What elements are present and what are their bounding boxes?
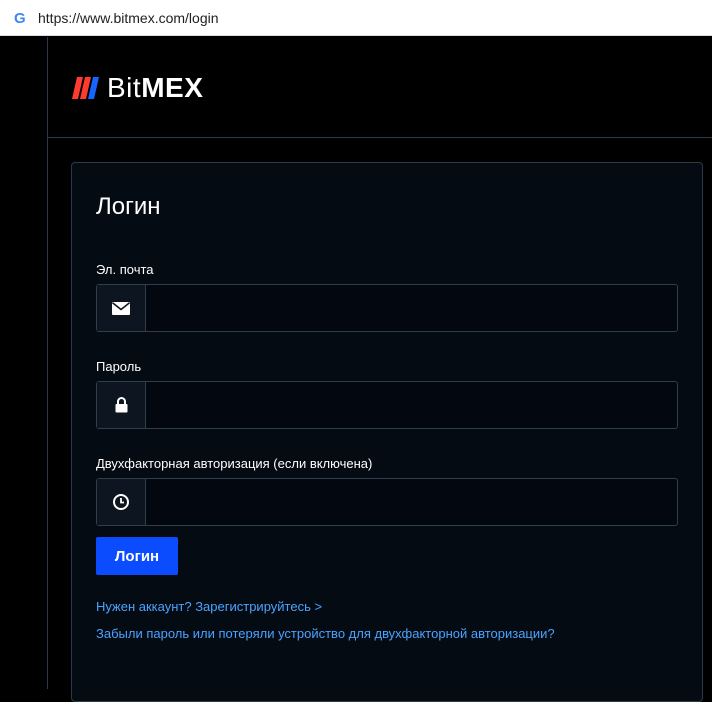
- envelope-icon: [97, 285, 146, 331]
- twofa-label: Двухфакторная авторизация (если включена…: [96, 456, 373, 471]
- email-field-group: [96, 284, 678, 332]
- browser-address-bar[interactable]: G https://www.bitmex.com/login: [0, 0, 712, 36]
- page: Bit MEX Логин Эл. почта Пароль Двухфакто…: [0, 37, 712, 702]
- lock-icon: [97, 382, 146, 428]
- email-label: Эл. почта: [96, 262, 154, 277]
- left-sidebar-strip: [0, 37, 48, 689]
- twofa-field[interactable]: [146, 479, 677, 525]
- forgot-password-link[interactable]: Забыли пароль или потеряли устройство дл…: [96, 626, 555, 641]
- password-field-group: [96, 381, 678, 429]
- login-submit-button[interactable]: Логин: [96, 537, 178, 575]
- google-favicon-icon: G: [14, 10, 26, 27]
- logo-text-mex: MEX: [141, 72, 204, 103]
- password-label: Пароль: [96, 359, 142, 374]
- email-field[interactable]: [146, 285, 677, 331]
- login-card: Логин Эл. почта Пароль Двухфакторная авт…: [71, 162, 703, 702]
- clock-icon: [97, 479, 146, 525]
- site-header: Bit MEX: [48, 37, 712, 138]
- logo-text-bit: Bit: [107, 72, 142, 103]
- bitmex-logo[interactable]: Bit MEX: [71, 72, 204, 103]
- password-field[interactable]: [146, 382, 677, 428]
- address-url[interactable]: https://www.bitmex.com/login: [38, 10, 219, 26]
- twofa-field-group: [96, 478, 678, 526]
- bitmex-logo-mark-icon: [72, 77, 99, 99]
- login-title: Логин: [96, 193, 161, 220]
- register-link[interactable]: Нужен аккаунт? Зарегистрируйтесь >: [96, 599, 322, 614]
